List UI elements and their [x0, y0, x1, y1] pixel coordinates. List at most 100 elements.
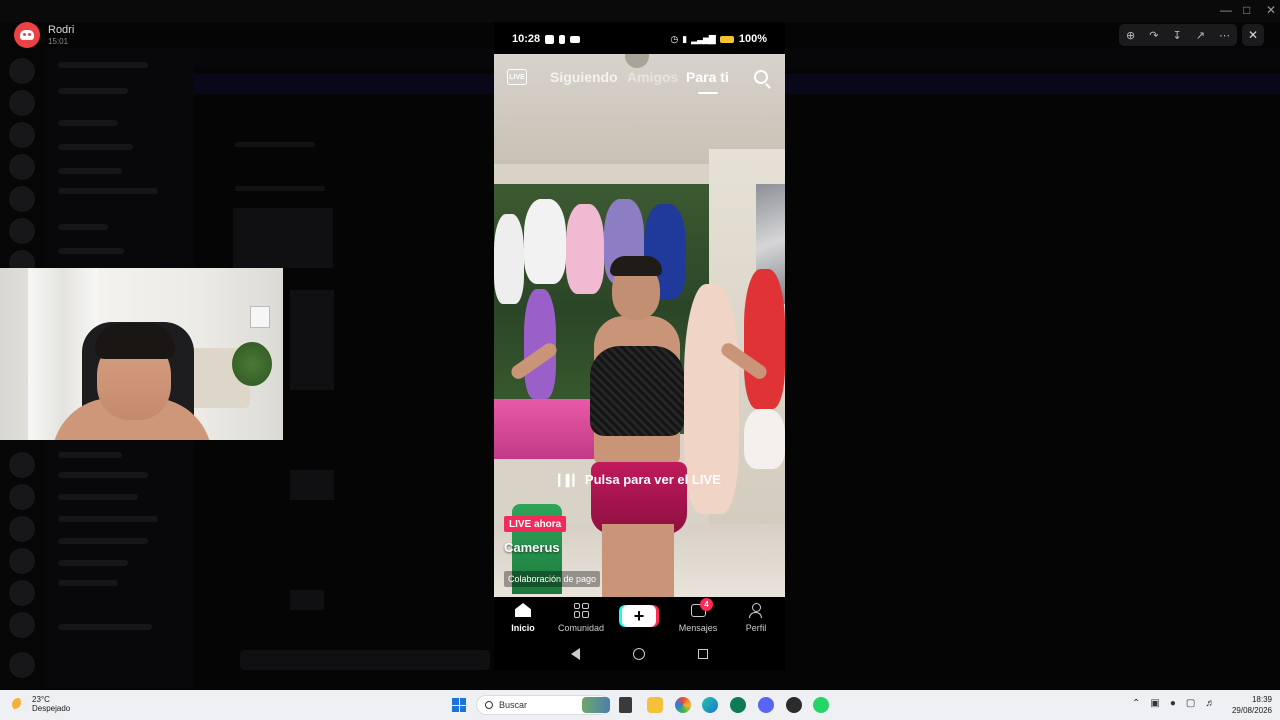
server-icon[interactable]	[9, 122, 35, 148]
discord-titlebar: — □ ✕	[0, 0, 1280, 22]
server-icon[interactable]	[9, 58, 35, 84]
close-viewer-icon[interactable]: ✕	[1242, 24, 1264, 46]
volume-icon[interactable]: ♬	[1205, 698, 1215, 709]
active-tab-indicator	[698, 92, 718, 94]
display-icon[interactable]: ▢	[1186, 698, 1195, 709]
channel-row[interactable]	[58, 472, 148, 478]
windows-start-icon[interactable]	[452, 698, 466, 712]
home-icon	[515, 603, 531, 617]
message-image[interactable]	[290, 470, 334, 500]
channel-row[interactable]	[58, 168, 122, 174]
app-icon[interactable]	[730, 697, 746, 713]
tab-following[interactable]: Siguiendo	[550, 69, 618, 85]
nav-home-label: Inicio	[511, 623, 535, 633]
discord-taskbar-icon[interactable]	[758, 697, 774, 713]
profile-icon	[749, 602, 763, 618]
community-icon	[573, 602, 589, 618]
search-icon	[485, 701, 493, 709]
search-icon[interactable]	[754, 70, 768, 84]
watch-live-label: Pulsa para ver el LIVE	[584, 472, 721, 487]
channel-row[interactable]	[58, 538, 148, 544]
minimize-icon[interactable]: —	[1220, 3, 1232, 17]
message-input[interactable]	[240, 650, 490, 670]
channel-row[interactable]	[58, 62, 148, 68]
server-icon[interactable]	[9, 484, 35, 510]
tab-friends[interactable]: Amigos	[627, 69, 678, 85]
channel-row[interactable]	[58, 516, 158, 522]
weather-temp: 23°C	[32, 695, 50, 704]
nav-profile-label: Perfil	[745, 623, 767, 633]
channel-row[interactable]	[58, 188, 158, 194]
microphone-icon[interactable]: ●	[1170, 698, 1176, 709]
server-icon[interactable]	[9, 612, 35, 638]
server-icon[interactable]	[9, 516, 35, 542]
server-icon[interactable]	[9, 154, 35, 180]
bottom-navigation: Inicio Comunidad + Mensajes 4 Perfil	[494, 597, 785, 637]
youtube-icon	[570, 35, 581, 43]
status-time: 10:28	[512, 33, 541, 45]
zoom-icon[interactable]: ⊕	[1126, 29, 1135, 42]
server-icon[interactable]	[9, 580, 35, 606]
close-window-icon[interactable]: ✕	[1266, 3, 1276, 17]
server-icon[interactable]	[9, 548, 35, 574]
weather-widget[interactable]: 23°C Despejado	[12, 695, 70, 713]
whatsapp-icon[interactable]	[813, 697, 829, 713]
channel-row[interactable]	[58, 88, 128, 94]
channel-row[interactable]	[58, 224, 108, 230]
chevron-up-icon[interactable]: ⌃	[1132, 698, 1140, 709]
maximize-icon[interactable]: □	[1243, 3, 1250, 17]
edge-icon[interactable]	[702, 697, 718, 713]
discord-notification[interactable]: Rodri 15:01	[14, 22, 74, 48]
server-icon[interactable]	[9, 186, 35, 212]
nav-home[interactable]: Inicio	[494, 601, 552, 633]
nav-messages[interactable]: Mensajes	[669, 601, 727, 633]
nav-profile[interactable]: Perfil	[727, 601, 785, 633]
user-avatar[interactable]	[9, 652, 35, 678]
download-icon[interactable]: ↧	[1172, 29, 1181, 42]
channel-row[interactable]	[58, 580, 118, 586]
nav-community[interactable]: Comunidad	[552, 601, 610, 633]
taskbar-clock[interactable]: 18:39 29/08/2026	[1226, 694, 1272, 716]
live-tab-icon[interactable]: LIVE	[507, 69, 527, 85]
tab-for-you[interactable]: Para ti	[686, 69, 729, 85]
message-image[interactable]	[290, 290, 334, 390]
notification-sender: Rodri	[48, 24, 75, 36]
server-icon[interactable]	[9, 90, 35, 116]
creator-name[interactable]: Camerus	[504, 540, 560, 555]
phone-status-bar: 10:28 ◷ ▮ ▂▃▅▇ 100%	[494, 22, 785, 56]
message-image[interactable]	[290, 590, 324, 610]
message-line	[235, 142, 315, 147]
watch-live-cta[interactable]: ▎▌▎ Pulsa para ver el LIVE	[494, 472, 785, 487]
server-icon[interactable]	[9, 218, 35, 244]
widget-thumbnail-icon[interactable]	[582, 697, 610, 713]
channel-row[interactable]	[58, 248, 124, 254]
open-external-icon[interactable]: ↗	[1196, 29, 1205, 42]
messages-badge: 4	[700, 598, 713, 611]
tray-app-icon[interactable]: ▣	[1150, 698, 1159, 709]
clock-date: 29/08/2026	[1231, 706, 1272, 715]
channel-row[interactable]	[58, 144, 133, 150]
back-icon[interactable]	[570, 647, 580, 660]
alarm-icon: ◷	[670, 33, 678, 44]
server-icon[interactable]	[9, 452, 35, 478]
windows-taskbar: 23°C Despejado Buscar ⌃ ▣ ● ▢ ♬ 18:39 29…	[0, 690, 1280, 720]
live-now-badge: LIVE ahora	[504, 516, 567, 532]
channel-row[interactable]	[58, 494, 138, 500]
obs-icon[interactable]	[786, 697, 802, 713]
file-icon[interactable]	[619, 697, 632, 713]
channel-row[interactable]	[58, 452, 122, 458]
channel-row[interactable]	[58, 560, 128, 566]
recents-icon[interactable]	[698, 648, 709, 659]
channel-row[interactable]	[58, 624, 152, 630]
home-circle-icon[interactable]	[632, 647, 645, 660]
more-icon[interactable]: ⋯	[1219, 29, 1230, 42]
phone-screen[interactable]: 10:28 ◷ ▮ ▂▃▅▇ 100% LIVE Siguiendo Amigo…	[494, 22, 785, 670]
create-button[interactable]: +	[622, 605, 656, 627]
file-explorer-icon[interactable]	[647, 697, 663, 713]
android-nav-bar	[494, 637, 785, 670]
nav-community-label: Comunidad	[557, 623, 605, 633]
copilot-icon[interactable]	[675, 697, 691, 713]
message-image[interactable]	[233, 208, 333, 268]
share-icon[interactable]: ↷	[1149, 29, 1158, 42]
channel-row[interactable]	[58, 120, 118, 126]
